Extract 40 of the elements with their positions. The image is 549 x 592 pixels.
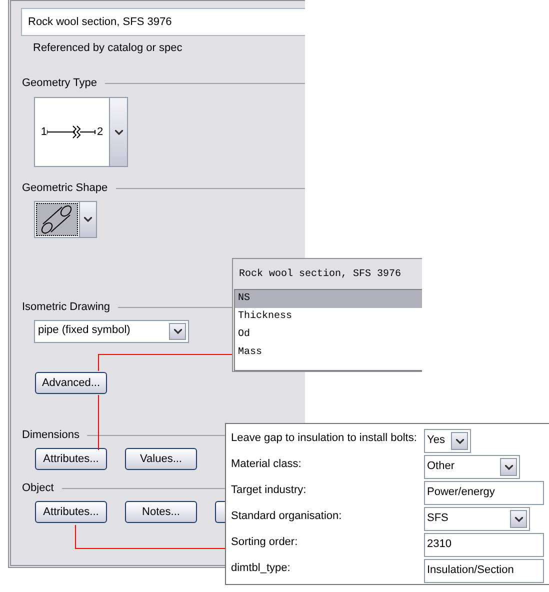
- caret-icon: [504, 464, 512, 470]
- partial-button[interactable]: [215, 501, 225, 523]
- attribute-label: Target industry:: [231, 483, 306, 497]
- list-item[interactable]: NS: [235, 290, 422, 308]
- advanced-button[interactable]: Advanced...: [35, 372, 107, 394]
- cylinder-icon: [40, 204, 74, 234]
- geometry-type-dropdown[interactable]: 1 2: [34, 97, 128, 167]
- object-button[interactable]: Attributes...: [35, 501, 107, 523]
- name-field[interactable]: Rock wool section, SFS 3976: [21, 8, 305, 36]
- section-label: Object: [22, 482, 54, 495]
- isometric-drawing-dropdown[interactable]: pipe (fixed symbol): [34, 320, 189, 343]
- section-label: Isometric Drawing: [22, 301, 110, 314]
- popup-title: Rock wool section, SFS 3976: [238, 268, 402, 282]
- attribute-label: Leave gap to insulation to install bolts:: [231, 431, 417, 445]
- attribute-label: Standard organisation:: [231, 509, 342, 523]
- section-label: Geometry Type: [22, 77, 97, 90]
- section-label: Dimensions: [22, 429, 80, 442]
- attribute-label: dimtbl_type:: [231, 561, 290, 575]
- attribute-label: Material class:: [231, 457, 302, 471]
- attribute-dropdown[interactable]: SFS: [424, 507, 530, 531]
- attribute-field[interactable]: 2310: [424, 533, 544, 557]
- geometric-shape-dropdown[interactable]: [34, 201, 97, 238]
- caret-icon: [456, 438, 464, 444]
- caret-icon: [514, 516, 522, 522]
- caret-icon: [174, 329, 182, 334]
- dimensions-button[interactable]: Values...: [125, 448, 197, 470]
- caret-icon: [84, 217, 92, 222]
- dimensions-button[interactable]: Attributes...: [35, 448, 107, 470]
- pipe-break-icon: [47, 124, 97, 140]
- attribute-dropdown[interactable]: Other: [424, 455, 520, 479]
- reference-note: Referenced by catalog or spec: [33, 42, 184, 55]
- attribute-dropdown[interactable]: Yes: [424, 429, 471, 453]
- section-label: Geometric Shape: [22, 182, 108, 195]
- attribute-field[interactable]: Power/energy: [424, 481, 544, 505]
- caret-icon: [114, 130, 122, 134]
- attribute-field[interactable]: Insulation/Section: [424, 559, 544, 583]
- object-button[interactable]: Notes...: [125, 501, 197, 523]
- attribute-label: Sorting order:: [231, 535, 298, 549]
- endpoint-label: 1: [40, 126, 47, 138]
- endpoint-label: 2: [97, 126, 104, 138]
